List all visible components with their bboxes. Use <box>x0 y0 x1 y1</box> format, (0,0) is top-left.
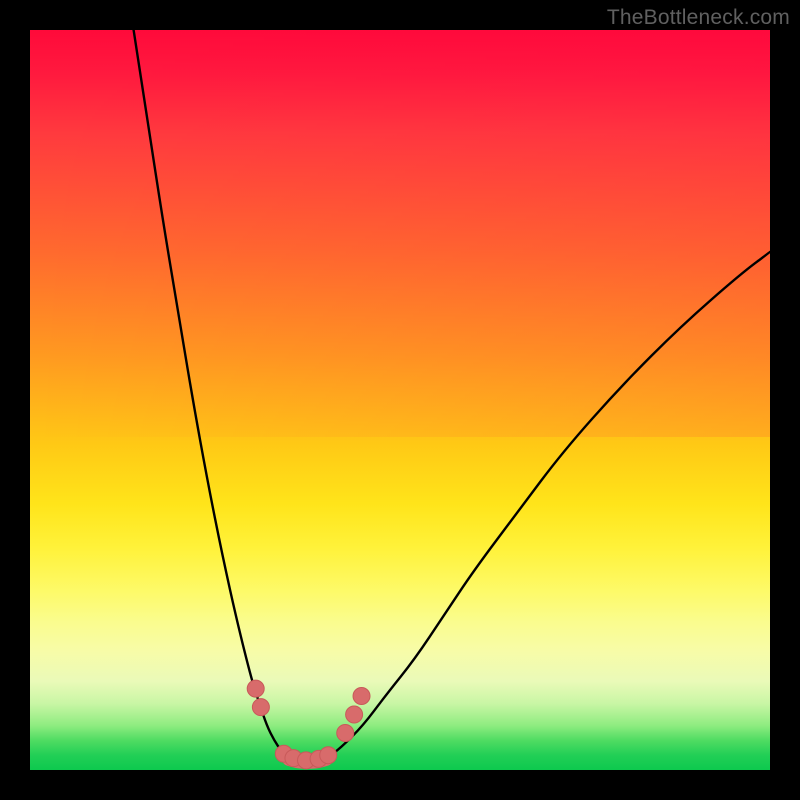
right-marker-2 <box>346 706 363 723</box>
left-marker-1 <box>247 680 264 697</box>
right-marker-3 <box>353 688 370 705</box>
chart-frame: TheBottleneck.com <box>0 0 800 800</box>
right-curve <box>326 252 770 759</box>
plot-area <box>30 30 770 770</box>
floor-marker-5 <box>320 747 337 764</box>
right-marker-1 <box>337 725 354 742</box>
curve-layer <box>30 30 770 770</box>
watermark-text: TheBottleneck.com <box>607 6 790 30</box>
left-curve <box>134 30 289 759</box>
left-marker-2 <box>252 699 269 716</box>
